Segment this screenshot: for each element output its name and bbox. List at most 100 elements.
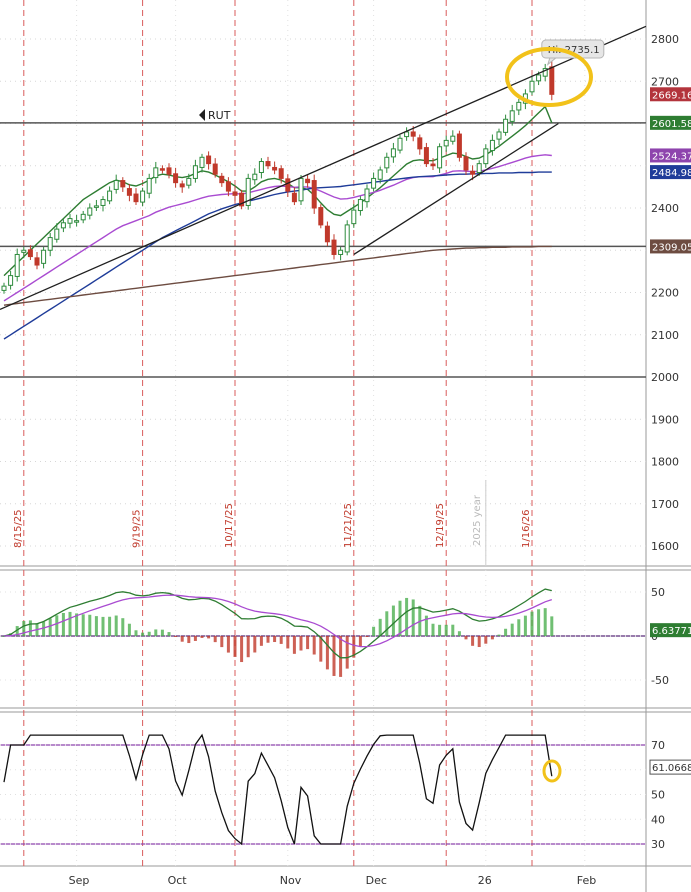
y-tick-label: 1900 <box>651 413 679 426</box>
candle-body <box>278 168 284 179</box>
macd-badge-label: 6.63771 <box>652 626 691 637</box>
macd-histogram-bar <box>193 636 197 641</box>
event-marker-label: 11/21/25 <box>343 503 354 548</box>
candle-body <box>351 209 357 225</box>
candle-body <box>318 207 324 226</box>
macd-histogram-bar <box>332 636 336 676</box>
macd-histogram-bar <box>292 636 296 654</box>
macd-histogram-bar <box>312 636 316 655</box>
candle-body <box>338 249 344 255</box>
macd-histogram-bar <box>391 605 395 636</box>
macd-histogram-bar <box>187 636 191 644</box>
macd-histogram-bar <box>510 623 514 636</box>
event-marker-label: 10/17/25 <box>224 503 235 548</box>
candle-body <box>404 131 410 138</box>
candle-body <box>199 156 205 168</box>
macd-histogram-bar <box>174 636 178 637</box>
candle-body <box>126 188 132 196</box>
macd-histogram-bar <box>180 636 184 642</box>
macd-histogram-bar <box>253 636 257 653</box>
price-badge-label: 2484.98 <box>652 168 691 179</box>
candle-body <box>27 249 33 258</box>
macd-histogram-bar <box>504 628 508 636</box>
macd-histogram-bar <box>167 632 171 636</box>
macd-histogram-bar <box>48 618 52 636</box>
candle-body <box>503 118 509 133</box>
macd-histogram-bar <box>61 612 65 636</box>
macd-histogram-bar <box>141 632 145 636</box>
macd-histogram-bar <box>114 615 118 636</box>
candle-body <box>483 148 489 165</box>
macd-histogram-bar <box>154 629 158 636</box>
candle-body <box>21 249 27 253</box>
macd-histogram-bar <box>279 636 283 644</box>
candle-body <box>60 222 66 229</box>
x-tick-label: Nov <box>280 874 302 887</box>
symbol-marker-icon <box>199 109 205 121</box>
candle-body <box>390 148 396 158</box>
series-layer <box>3 105 553 340</box>
y-tick-label: 1800 <box>651 456 679 469</box>
x-tick-label: Feb <box>577 874 596 887</box>
y-tick-label: 1600 <box>651 540 679 553</box>
rsi-panel: 70 50 40 30 61.0668 <box>0 733 691 851</box>
candle-body <box>14 253 20 277</box>
event-marker-label: 8/15/25 <box>13 509 24 548</box>
macd-histogram-bar <box>523 615 527 636</box>
macd-histogram-bar <box>88 614 92 636</box>
candle-body <box>67 218 73 224</box>
grid-layer <box>0 0 691 892</box>
candle-body <box>384 156 390 169</box>
candle-body <box>516 101 522 111</box>
macd-histogram-bar <box>246 636 250 658</box>
macd-histogram-bar <box>530 611 534 636</box>
candle-body <box>1 285 7 291</box>
candle-body <box>331 239 337 255</box>
candle-body <box>113 180 119 190</box>
macd-histogram-bar <box>306 636 310 650</box>
candle-body <box>159 168 165 171</box>
macd-histogram-bar <box>94 616 98 636</box>
y-tick-label: 2000 <box>651 371 679 384</box>
candle-body <box>192 165 198 179</box>
macd-tick-label: 50 <box>651 586 665 599</box>
candle-body <box>219 175 225 184</box>
macd-histogram-bar <box>200 636 204 638</box>
rsi-tick-label: 50 <box>651 789 665 802</box>
macd-histogram-bar <box>358 636 362 647</box>
candle-body <box>54 228 60 240</box>
candle-body <box>47 237 53 251</box>
candle-body <box>120 180 126 188</box>
macd-histogram-bar <box>444 624 448 636</box>
macd-histogram-bar <box>464 636 468 640</box>
candle-body <box>272 166 278 171</box>
price-badge-label: 2601.58 <box>652 119 691 130</box>
year-marker-label: 2025 year <box>472 494 483 546</box>
x-tick-label: 26 <box>478 874 492 887</box>
candle-body <box>410 131 416 137</box>
candle-body <box>344 224 350 253</box>
candle-body <box>549 66 555 95</box>
candle-body <box>470 170 476 175</box>
candle-body <box>93 205 99 208</box>
candle-body <box>371 177 377 189</box>
candle-body <box>186 177 192 186</box>
macd-histogram-bar <box>286 636 290 649</box>
x-tick-label: Sep <box>69 874 90 887</box>
candle-body <box>100 199 106 206</box>
macd-histogram-bar <box>438 624 442 636</box>
candle-body <box>450 135 456 142</box>
candle-body <box>443 139 449 147</box>
macd-histogram-bar <box>431 623 435 636</box>
macd-histogram-bar <box>457 631 461 636</box>
candle-body <box>74 220 80 223</box>
macd-histogram-bar <box>365 636 369 637</box>
macd-histogram-bar <box>134 630 138 636</box>
macd-histogram-bar <box>220 636 224 648</box>
candle-body <box>489 139 495 152</box>
macd-histogram-bar <box>108 616 112 636</box>
rsi-badge-label: 61.0668 <box>652 763 691 774</box>
y-tick-label: 2700 <box>651 75 679 88</box>
macd-panel: 50-5006.63771 <box>0 586 691 687</box>
candle-body <box>8 275 14 286</box>
